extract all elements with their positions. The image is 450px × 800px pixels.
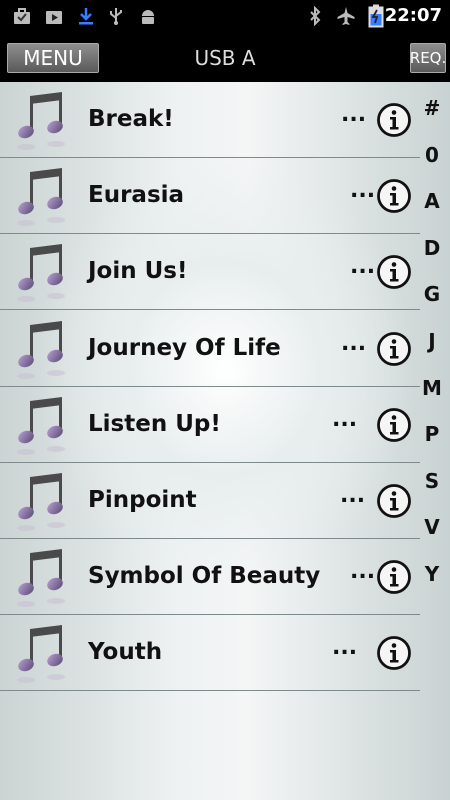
index-letter[interactable]: A bbox=[418, 189, 446, 213]
index-letter[interactable]: G bbox=[418, 282, 446, 306]
song-title: Listen Up! bbox=[88, 410, 221, 437]
index-letter[interactable]: M bbox=[418, 376, 446, 400]
music-note-icon bbox=[16, 623, 68, 685]
index-letter[interactable]: P bbox=[418, 422, 446, 446]
info-icon[interactable] bbox=[376, 102, 412, 138]
more-ellipsis: ... bbox=[340, 483, 366, 508]
song-row[interactable]: Listen Up!... bbox=[0, 387, 420, 463]
status-bar: 22:07 bbox=[0, 0, 450, 34]
index-letter[interactable]: V bbox=[418, 515, 446, 539]
more-ellipsis: ... bbox=[350, 254, 376, 280]
more-ellipsis: ... bbox=[341, 102, 367, 127]
song-title: Journey Of Life bbox=[88, 334, 281, 361]
index-letter[interactable]: J bbox=[418, 329, 446, 353]
music-note-icon bbox=[16, 547, 68, 609]
more-ellipsis: ... bbox=[332, 406, 358, 432]
index-letter[interactable]: 0 bbox=[418, 143, 446, 167]
info-icon[interactable] bbox=[376, 331, 412, 367]
song-row[interactable]: Symbol Of Beauty... bbox=[0, 539, 420, 616]
briefcase-icon bbox=[14, 8, 30, 24]
info-icon[interactable] bbox=[376, 254, 412, 290]
more-ellipsis: ... bbox=[350, 178, 376, 204]
music-note-icon bbox=[16, 471, 68, 533]
android-debug-icon bbox=[142, 10, 154, 24]
song-title: Join Us! bbox=[88, 258, 188, 285]
request-button[interactable]: REQ. bbox=[410, 43, 446, 73]
info-icon[interactable] bbox=[376, 178, 412, 214]
index-letter[interactable]: D bbox=[418, 236, 446, 260]
song-title: Break! bbox=[88, 106, 174, 132]
more-ellipsis: ... bbox=[350, 559, 376, 585]
alphabet-index[interactable]: #0 A D G J M P S V Y bbox=[418, 82, 450, 602]
music-note-icon bbox=[16, 166, 68, 228]
bluetooth-icon bbox=[310, 6, 321, 26]
info-icon[interactable] bbox=[376, 407, 412, 443]
info-icon[interactable] bbox=[376, 635, 412, 671]
song-row[interactable]: Eurasia... bbox=[0, 158, 420, 235]
battery-charging-icon bbox=[368, 4, 384, 28]
top-bar: MENU USB A REQ. bbox=[0, 34, 450, 82]
song-list[interactable]: Break!... Eurasia... Join Us!... Journey… bbox=[0, 82, 450, 800]
song-title: Youth bbox=[88, 639, 163, 666]
song-row[interactable]: Youth... bbox=[0, 615, 420, 692]
info-icon[interactable] bbox=[376, 483, 412, 519]
music-note-icon bbox=[16, 90, 68, 152]
song-row[interactable]: Journey Of Life... bbox=[0, 311, 420, 387]
youtube-icon bbox=[46, 11, 62, 24]
song-title: Symbol Of Beauty bbox=[88, 563, 321, 590]
song-title: Pinpoint bbox=[88, 487, 197, 513]
index-letter[interactable]: S bbox=[418, 469, 446, 493]
page-title: USB A bbox=[194, 46, 256, 70]
music-note-icon bbox=[16, 319, 68, 381]
music-note-icon bbox=[16, 395, 68, 457]
music-note-icon bbox=[16, 242, 68, 304]
download-icon bbox=[79, 8, 93, 25]
info-icon[interactable] bbox=[376, 559, 412, 595]
more-ellipsis: ... bbox=[332, 635, 358, 661]
index-letter[interactable]: # bbox=[418, 96, 446, 120]
song-title: Eurasia bbox=[88, 182, 185, 209]
clock: 22:07 bbox=[384, 5, 442, 26]
song-row[interactable]: Pinpoint... bbox=[0, 463, 420, 539]
more-ellipsis: ... bbox=[341, 330, 367, 356]
airplane-mode-icon bbox=[337, 7, 355, 25]
index-letter[interactable]: Y bbox=[418, 562, 446, 586]
song-row[interactable]: Break!... bbox=[0, 82, 420, 158]
song-row[interactable]: Join Us!... bbox=[0, 234, 420, 311]
usb-icon bbox=[110, 8, 122, 25]
